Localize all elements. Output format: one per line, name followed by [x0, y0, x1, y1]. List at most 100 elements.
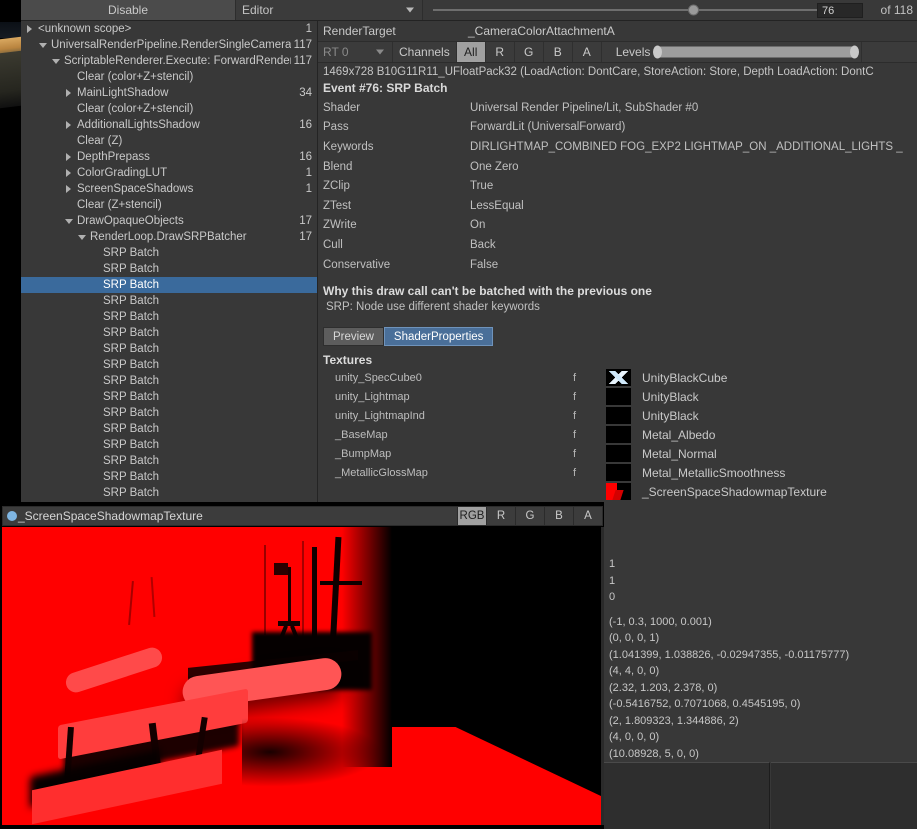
event-tree-row[interactable]: Clear (Z): [21, 133, 317, 149]
preview-scrollbar[interactable]: [601, 527, 604, 825]
event-tree-row[interactable]: SRP Batch: [21, 469, 317, 485]
event-tree-row[interactable]: SRP Batch: [21, 437, 317, 453]
frame-slider[interactable]: 76 of 118: [423, 0, 917, 20]
event-tree-row[interactable]: SRP Batch: [21, 453, 317, 469]
texture-row[interactable]: _MetallicGlossMapfMetal_MetallicSmoothne…: [318, 463, 917, 482]
texture-row[interactable]: _BaseMapfMetal_Albedo: [318, 425, 917, 444]
twirl-right-icon[interactable]: [63, 181, 74, 197]
preview-channel-b[interactable]: B: [544, 507, 573, 525]
event-tree-row[interactable]: SRP Batch: [21, 421, 317, 437]
levels-handle-max[interactable]: [850, 46, 859, 59]
frame-debugger-toolbar: Disable Editor 76 of 118: [21, 0, 917, 21]
event-tree-row-label: SRP Batch: [103, 437, 291, 453]
chevron-down-icon: [406, 8, 414, 13]
event-tree-row[interactable]: RenderLoop.DrawSRPBatcher17: [21, 229, 317, 245]
event-tree-row[interactable]: Clear (Z+stencil): [21, 197, 317, 213]
preview-channel-r[interactable]: R: [486, 507, 515, 525]
event-tree-row-label: SRP Batch: [103, 277, 291, 293]
event-tree-row[interactable]: ScriptableRenderer.Execute: ForwardRende…: [21, 53, 317, 69]
textures-section-title: Textures: [318, 346, 917, 368]
draw-call-property-row: BlendOne Zero: [318, 157, 917, 177]
frame-slider-track[interactable]: [433, 9, 821, 11]
twirl-down-icon[interactable]: [37, 37, 48, 53]
channel-button-r[interactable]: R: [485, 42, 514, 62]
tab-shaderproperties[interactable]: ShaderProperties: [384, 327, 494, 346]
event-tree-row[interactable]: Clear (color+Z+stencil): [21, 69, 317, 85]
texture-swatch-icon[interactable]: [606, 464, 631, 481]
texture-row[interactable]: _ScreenSpaceShadowmapTexture: [318, 482, 917, 501]
event-tree-row[interactable]: SRP Batch: [21, 245, 317, 261]
property-value: Back: [470, 239, 496, 251]
event-tree-row[interactable]: MainLightShadow34: [21, 85, 317, 101]
levels-slider[interactable]: [656, 42, 861, 62]
event-tree-row-label: SRP Batch: [103, 453, 291, 469]
event-tree-row[interactable]: SRP Batch: [21, 405, 317, 421]
texture-property-name: unity_SpecCube0: [318, 372, 573, 384]
event-tree-row[interactable]: SRP Batch: [21, 341, 317, 357]
twirl-right-icon[interactable]: [63, 149, 74, 165]
rt-select-dropdown[interactable]: RT 0: [318, 42, 393, 62]
property-value: ForwardLit (UniversalForward): [470, 121, 625, 133]
preview-channel-g[interactable]: G: [515, 507, 544, 525]
disable-button[interactable]: Disable: [21, 0, 236, 20]
preview-channel-rgb[interactable]: RGB: [457, 507, 486, 525]
event-tree-row[interactable]: SRP Batch: [21, 373, 317, 389]
event-tree-row[interactable]: <unknown scope>1: [21, 21, 317, 37]
frame-number-input[interactable]: 76: [817, 3, 863, 18]
event-tree-row[interactable]: SRP Batch: [21, 357, 317, 373]
texture-row[interactable]: _BumpMapfMetal_Normal: [318, 444, 917, 463]
texture-swatch-icon[interactable]: [606, 426, 631, 443]
event-tree-row[interactable]: SRP Batch: [21, 309, 317, 325]
levels-slider-bar[interactable]: [656, 47, 855, 58]
twirl-right-icon[interactable]: [63, 165, 74, 181]
event-tree-row[interactable]: DepthPrepass16: [21, 149, 317, 165]
event-tree-row-label: SRP Batch: [103, 341, 291, 357]
event-tree-row-label: AdditionalLightsShadow: [77, 117, 291, 133]
texture-swatch-icon[interactable]: [606, 445, 631, 462]
event-tree-row-count: 17: [299, 229, 312, 245]
event-tree-row[interactable]: DrawOpaqueObjects17: [21, 213, 317, 229]
event-tree-row[interactable]: SRP Batch: [21, 325, 317, 341]
channel-button-all[interactable]: All: [456, 42, 485, 62]
event-tree[interactable]: <unknown scope>1UniversalRenderPipeline.…: [21, 21, 318, 502]
channel-button-a[interactable]: A: [572, 42, 601, 62]
target-dropdown[interactable]: Editor: [236, 0, 423, 20]
preview-channel-a[interactable]: A: [573, 507, 602, 525]
event-tree-row[interactable]: SRP Batch: [21, 389, 317, 405]
texture-row[interactable]: unity_SpecCube0fUnityBlackCube: [318, 368, 917, 387]
event-tree-row-label: Clear (Z): [77, 133, 291, 149]
event-tree-row[interactable]: SRP Batch: [21, 485, 317, 501]
event-tree-row[interactable]: SRP Batch: [21, 277, 317, 293]
texture-swatch-icon[interactable]: [606, 407, 631, 424]
twirl-down-icon[interactable]: [63, 213, 74, 229]
event-details-panel: RenderTarget _CameraColorAttachmentA RT …: [318, 21, 917, 502]
event-tree-row[interactable]: AdditionalLightsShadow16: [21, 117, 317, 133]
channel-button-g[interactable]: G: [514, 42, 543, 62]
twirl-down-icon[interactable]: [76, 229, 87, 245]
twirl-right-icon[interactable]: [63, 117, 74, 133]
channel-button-b[interactable]: B: [543, 42, 572, 62]
render-target-value: _CameraColorAttachmentA: [468, 24, 615, 38]
texture-swatch-icon[interactable]: [606, 483, 631, 500]
texture-row[interactable]: unity_LightmapIndfUnityBlack: [318, 406, 917, 425]
levels-handle-min[interactable]: [653, 46, 662, 59]
texture-row[interactable]: unity_LightmapfUnityBlack: [318, 387, 917, 406]
twirl-down-icon[interactable]: [50, 53, 61, 69]
event-tree-row-label: SRP Batch: [103, 421, 291, 437]
shader-property-value: (-1, 0.3, 1000, 0.001): [609, 614, 917, 631]
event-tree-row[interactable]: UniversalRenderPipeline.RenderSingleCame…: [21, 37, 317, 53]
texture-property-name: unity_LightmapInd: [318, 410, 573, 422]
event-tree-row[interactable]: ScreenSpaceShadows1: [21, 181, 317, 197]
shader-property-value: 1: [609, 556, 917, 573]
event-tree-row[interactable]: Clear (color+Z+stencil): [21, 101, 317, 117]
twirl-right-icon[interactable]: [63, 85, 74, 101]
tab-preview[interactable]: Preview: [323, 327, 384, 346]
event-tree-row[interactable]: ColorGradingLUT1: [21, 165, 317, 181]
texture-swatch-icon[interactable]: [606, 388, 631, 405]
event-tree-row-label: SRP Batch: [103, 485, 291, 501]
event-tree-row[interactable]: SRP Batch: [21, 261, 317, 277]
event-tree-row[interactable]: SRP Batch: [21, 293, 317, 309]
texture-swatch-icon[interactable]: [606, 369, 631, 386]
frame-slider-knob[interactable]: [688, 5, 699, 16]
twirl-right-icon[interactable]: [24, 21, 35, 37]
